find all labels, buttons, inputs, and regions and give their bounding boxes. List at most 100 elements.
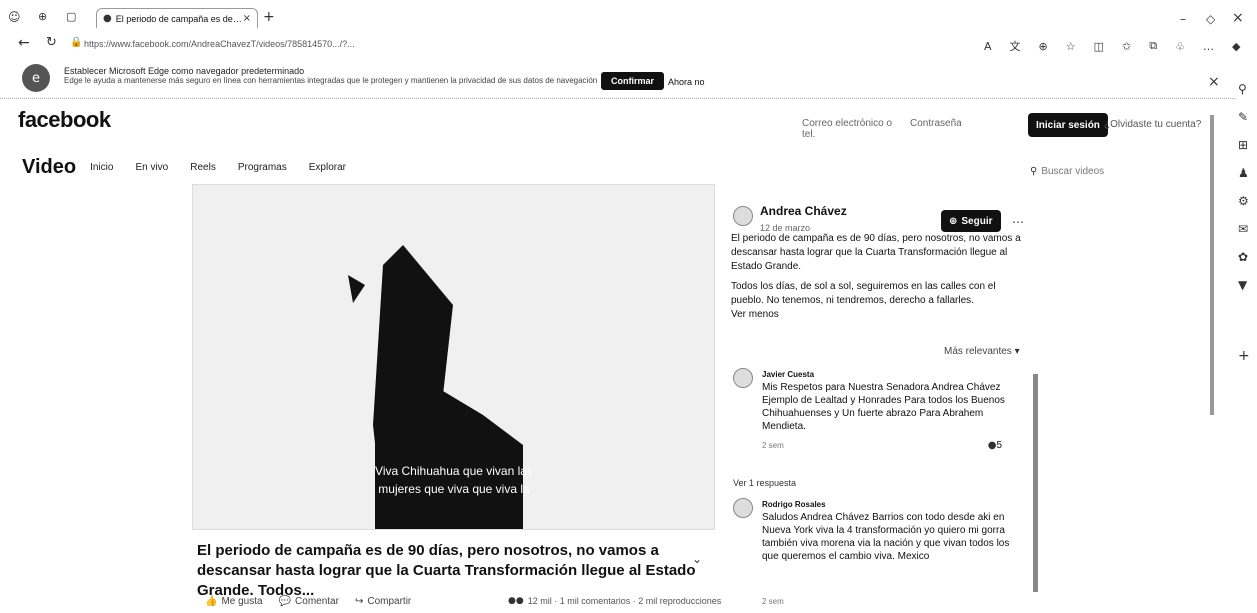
nav-item-reels[interactable]: Reels	[190, 162, 216, 173]
comment-like-count: 5	[996, 440, 1002, 451]
refresh-icon[interactable]: ↻	[46, 35, 57, 50]
comment-time[interactable]: 2 sem	[762, 597, 784, 606]
expand-title-icon[interactable]: ⌄	[692, 552, 702, 566]
zoom-icon[interactable]: ⊕	[1039, 40, 1048, 53]
comment-likes: ● 5	[988, 439, 1002, 452]
comment-avatar[interactable]	[733, 368, 753, 388]
nav-item-en-vivo[interactable]: En vivo	[135, 162, 168, 173]
url-field[interactable]: https://www.facebook.com/AndreaChavezT/v…	[84, 34, 644, 54]
nav-item-inicio[interactable]: Inicio	[90, 162, 113, 173]
more-options-icon[interactable]: …	[1203, 40, 1214, 53]
like-button[interactable]: Me gusta	[221, 596, 262, 607]
video-actions: 👍 Me gusta 💬 Comentar ↪ Compartir	[205, 596, 427, 607]
translate-icon[interactable]: 文	[1010, 38, 1021, 54]
follow-label: Seguir	[961, 215, 993, 227]
close-tab-icon[interactable]: ×	[243, 13, 251, 24]
shopping-icon[interactable]: ⊞	[1238, 138, 1248, 152]
see-less-link[interactable]: Ver menos	[731, 308, 1031, 322]
new-tab-icon[interactable]: +	[263, 9, 275, 25]
post-paragraph-1: El periodo de campaña es de 90 días, per…	[731, 233, 1021, 272]
lock-icon: 🔒	[70, 37, 83, 48]
designer-icon[interactable]: ✿	[1238, 250, 1248, 264]
facebook-logo[interactable]: facebook	[18, 107, 111, 133]
forgot-account-link[interactable]: ¿Olvidaste tu cuenta?	[1104, 119, 1201, 130]
minimize-icon[interactable]: –	[1180, 12, 1186, 26]
banner-subtitle: Edge le ayuda a mantenerse más seguro en…	[64, 76, 598, 85]
split-screen-icon[interactable]: ◫	[1094, 40, 1104, 53]
facebook-favicon-icon: ●	[103, 13, 112, 24]
email-placeholder: Correo electrónico o tel.	[802, 118, 893, 140]
video-title: El periodo de campaña es de 90 días, per…	[197, 542, 696, 599]
close-window-icon[interactable]: ×	[1232, 10, 1244, 26]
comment-item: Javier Cuesta Mis Respetos para Nuestra …	[762, 368, 1027, 452]
author-avatar[interactable]	[733, 206, 753, 226]
email-field[interactable]: Correo electrónico o tel.	[802, 118, 898, 140]
close-banner-icon[interactable]: ×	[1208, 74, 1220, 90]
page-scrollbar[interactable]	[1210, 115, 1214, 415]
password-placeholder: Contraseña	[910, 118, 962, 129]
sort-comments-dropdown[interactable]: Más relevantes ▾	[944, 346, 1020, 357]
video-section-title[interactable]: Video	[22, 156, 76, 179]
like-icon[interactable]: 👍	[205, 596, 217, 607]
browser-sidebar: ⚲ ✎ ⊞ ♟ ⚙ ✉ ✿ ▼ +	[1234, 30, 1257, 430]
collections-icon[interactable]: ⧉	[1149, 39, 1157, 53]
sort-label: Más relevantes	[944, 346, 1012, 357]
add-sidebar-icon[interactable]: +	[1238, 348, 1250, 364]
edge-default-banner: e Establecer Microsoft Edge como navegad…	[0, 60, 1235, 99]
back-icon[interactable]: ←	[18, 35, 30, 51]
browser-tab-bar: ☺ ⊕ ▢ ● El periodo de campaña es de 90 ×…	[0, 0, 1257, 30]
nav-item-programas[interactable]: Programas	[238, 162, 287, 173]
extensions-icon[interactable]: ♧	[1175, 40, 1185, 53]
comments-scrollbar[interactable]	[1033, 374, 1038, 592]
search-icon: ⚲	[1030, 166, 1038, 177]
comment-button[interactable]: Comentar	[295, 596, 339, 607]
tools-icon[interactable]: ✎	[1238, 110, 1248, 124]
password-field[interactable]: Contraseña	[910, 118, 1000, 129]
comment-author[interactable]: Javier Cuesta	[762, 368, 1027, 381]
confirm-button[interactable]: Confirmar	[601, 72, 665, 90]
login-button[interactable]: Iniciar sesión	[1028, 113, 1108, 137]
banner-title: Establecer Microsoft Edge como navegador…	[64, 66, 305, 76]
view-replies-link[interactable]: Ver 1 respuesta	[733, 478, 796, 488]
video-subtitle: Viva Chihuahua que vivan las mujeres que…	[375, 464, 533, 496]
tab-title: El periodo de campaña es de 90	[115, 13, 243, 24]
edge-logo-icon: e	[22, 64, 50, 92]
post-body: El periodo de campaña es de 90 días, per…	[731, 232, 1031, 322]
follow-icon: ⊕	[949, 215, 958, 227]
author-name[interactable]: Andrea Chávez	[760, 204, 847, 218]
restore-icon[interactable]: ◇	[1206, 12, 1215, 26]
search-sidebar-icon[interactable]: ⚲	[1238, 82, 1247, 96]
banner-text: Establecer Microsoft Edge como navegador…	[64, 66, 597, 85]
office-icon[interactable]: ⚙	[1238, 194, 1249, 208]
profile-icon[interactable]: ☺	[8, 10, 21, 24]
comment-avatar[interactable]	[733, 498, 753, 518]
comment-item: Rodrigo Rosales Saludos Andrea Chávez Ba…	[762, 498, 1027, 563]
drop-icon[interactable]: ▼	[1238, 278, 1247, 292]
follow-button[interactable]: ⊕ Seguir	[941, 210, 1001, 232]
games-icon[interactable]: ♟	[1238, 166, 1249, 180]
post-more-icon[interactable]: …	[1012, 212, 1024, 226]
outlook-icon[interactable]: ✉	[1238, 222, 1248, 236]
share-button[interactable]: Compartir	[367, 596, 411, 607]
comment-text: Mis Respetos para Nuestra Senadora Andre…	[762, 382, 1005, 432]
comment-icon[interactable]: 💬	[279, 596, 291, 607]
browser-tab[interactable]: ● El periodo de campaña es de 90 ×	[96, 8, 258, 28]
search-videos-placeholder: Buscar videos	[1041, 166, 1105, 177]
favorite-star-icon[interactable]: ☆	[1066, 40, 1076, 53]
tab-actions-icon[interactable]: ▢	[66, 10, 76, 23]
nav-item-explorar[interactable]: Explorar	[309, 162, 346, 173]
reaction-icon: ●	[987, 440, 997, 451]
read-aloud-icon[interactable]: A	[984, 40, 992, 53]
workspaces-icon[interactable]: ⊕	[38, 10, 47, 23]
url-text: https://www.facebook.com/AndreaChavezT/v…	[84, 39, 355, 49]
favorites-icon[interactable]: ✩	[1122, 40, 1131, 53]
later-button[interactable]: Ahora no	[668, 77, 705, 87]
reactions-icon: ●●	[508, 596, 524, 606]
video-nav: Video Inicio En vivo Reels Programas Exp…	[22, 155, 368, 179]
comment-author[interactable]: Rodrigo Rosales	[762, 498, 1027, 511]
comment-time[interactable]: 2 sem	[762, 439, 784, 452]
search-videos-input[interactable]: ⚲ Buscar videos	[1030, 166, 1104, 177]
share-icon[interactable]: ↪	[355, 596, 363, 607]
browser-toolbar: A 文 ⊕ ☆ ◫ ✩ ⧉ ♧ … ◆	[984, 38, 1240, 54]
post-paragraph-2: Todos los días, de sol a sol, seguiremos…	[731, 281, 996, 306]
